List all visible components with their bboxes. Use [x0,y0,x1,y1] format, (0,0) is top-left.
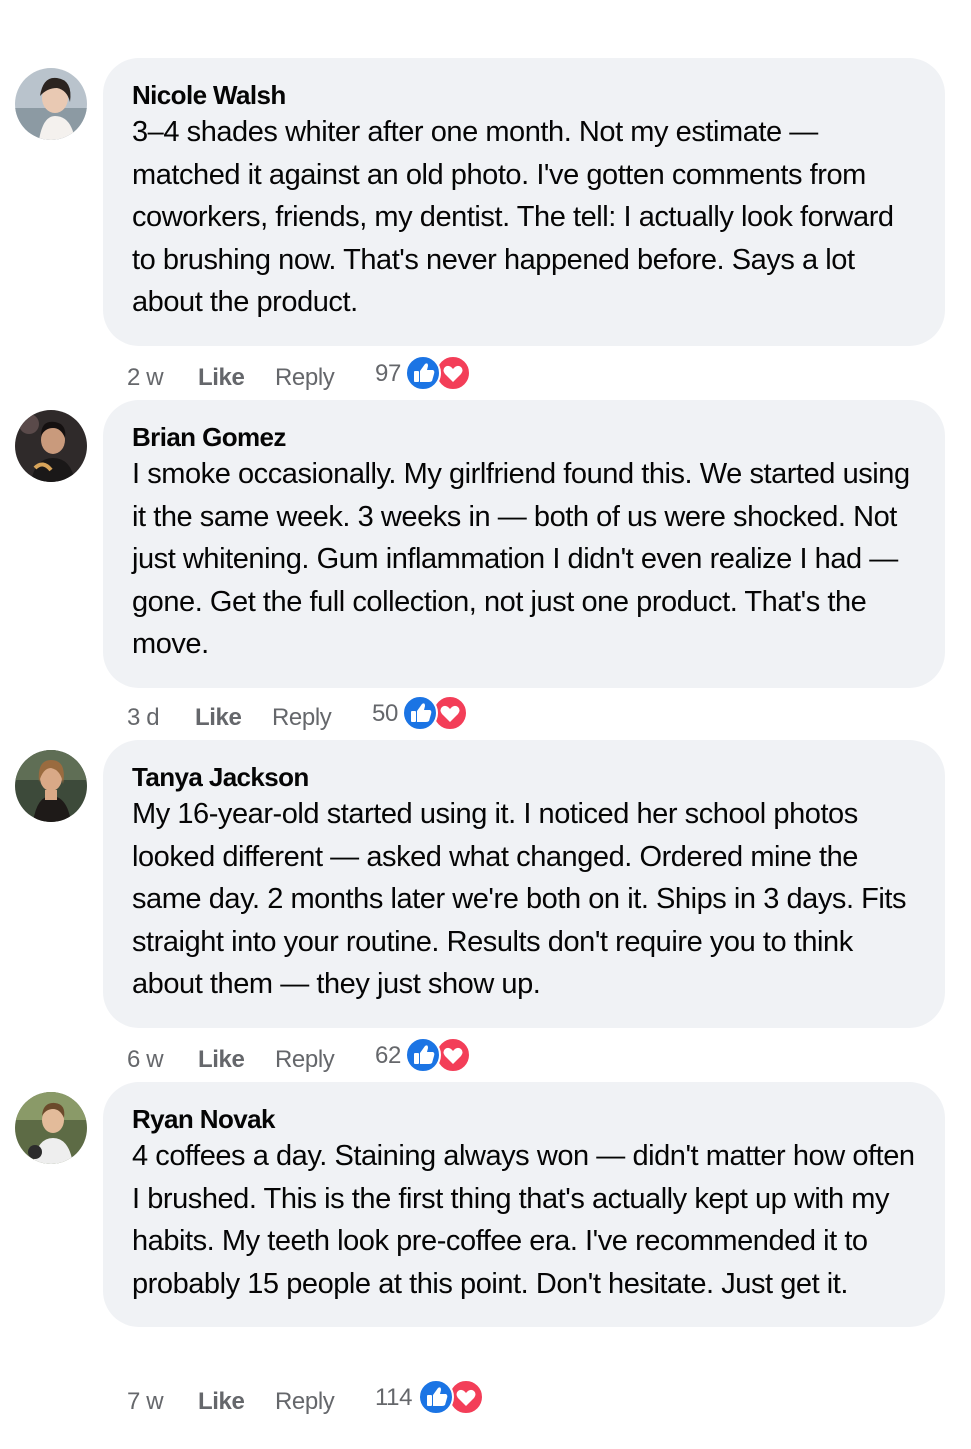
reactions[interactable] [404,356,474,392]
comment-bubble: Tanya Jackson My 16-year-old started usi… [103,740,945,1028]
love-icon [432,696,468,731]
avatar[interactable] [15,410,87,482]
comment-author[interactable]: Brian Gomez [132,422,919,452]
reactions[interactable] [417,1380,487,1416]
reaction-count[interactable]: 62 [375,1042,401,1070]
avatar[interactable] [15,68,87,140]
comment-text: 4 coffees a day. Staining always won — d… [132,1140,915,1300]
like-icon [405,1038,441,1073]
comment-timestamp[interactable]: 2 w [127,364,164,392]
reaction-count[interactable]: 50 [372,700,398,728]
reactions[interactable] [401,696,471,732]
comment-actions: 3 d Like Reply 50 [127,696,627,736]
comment-author[interactable]: Ryan Novak [132,1104,919,1134]
reply-button[interactable]: Reply [272,704,332,732]
comment-bubble: Ryan Novak 4 coffees a day. Staining alw… [103,1082,945,1327]
reply-button[interactable]: Reply [275,1388,335,1416]
comment-bubble: Nicole Walsh 3–4 shades whiter after one… [103,58,945,346]
comment-actions: 6 w Like Reply 62 [127,1038,627,1078]
like-button[interactable]: Like [195,704,242,732]
like-icon [405,356,441,391]
reply-button[interactable]: Reply [275,364,335,392]
like-icon [418,1380,454,1415]
comment-bubble: Brian Gomez I smoke occasionally. My gir… [103,400,945,688]
comment-text: I smoke occasionally. My girlfriend foun… [132,458,910,660]
like-button[interactable]: Like [198,1388,245,1416]
comment-timestamp[interactable]: 6 w [127,1046,164,1074]
reactions[interactable] [404,1038,474,1074]
comment-text: 3–4 shades whiter after one month. Not m… [132,116,894,318]
reaction-count[interactable]: 97 [375,360,401,388]
comment-author[interactable]: Tanya Jackson [132,762,919,792]
love-icon [435,356,471,391]
like-icon [402,696,438,731]
like-button[interactable]: Like [198,1046,245,1074]
comment-actions: 2 w Like Reply 97 [127,356,627,396]
love-icon [448,1380,484,1415]
reply-button[interactable]: Reply [275,1046,335,1074]
comment-actions: 7 w Like Reply 114 [127,1380,627,1420]
like-button[interactable]: Like [198,364,245,392]
avatar[interactable] [15,750,87,822]
comment-timestamp[interactable]: 7 w [127,1388,164,1416]
comment-timestamp[interactable]: 3 d [127,704,160,732]
comment-author[interactable]: Nicole Walsh [132,80,919,110]
comment-text: My 16-year-old started using it. I notic… [132,798,907,1000]
love-icon [435,1038,471,1073]
reaction-count[interactable]: 114 [375,1384,412,1412]
avatar[interactable] [15,1092,87,1164]
